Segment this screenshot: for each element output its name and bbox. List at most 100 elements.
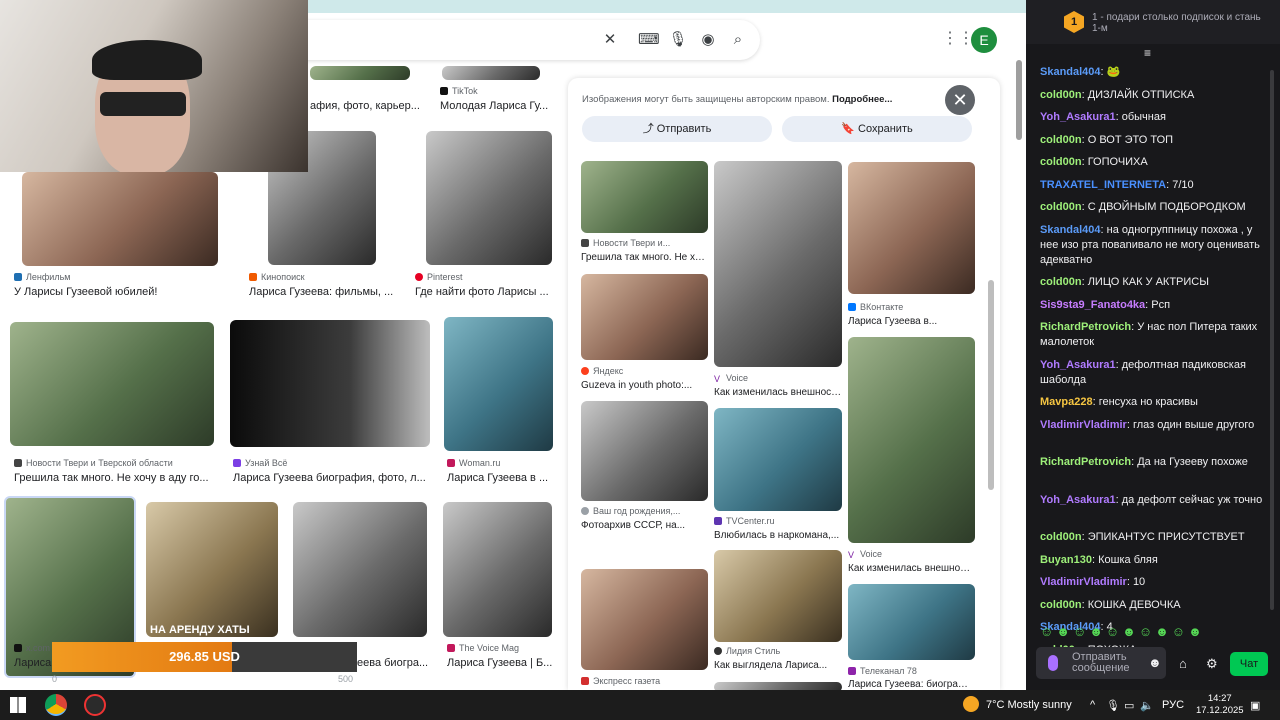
- result-title[interactable]: У Ларисы Гузеевой юбилей!: [14, 286, 224, 298]
- obs-icon[interactable]: [84, 694, 106, 716]
- related-title[interactable]: Как изменилась внешност...: [848, 563, 975, 574]
- share-button[interactable]: ⤴ Отправить: [582, 116, 772, 142]
- chat-input[interactable]: Отправить сообщение ☻: [1036, 647, 1166, 679]
- chat-username[interactable]: Mavpa228: [1040, 396, 1093, 408]
- related-thumb[interactable]: [848, 584, 975, 660]
- result-thumb[interactable]: [230, 320, 430, 447]
- chat-username[interactable]: RichardPetrovich: [1040, 456, 1131, 468]
- clock[interactable]: 14:27 17.12.2025: [1196, 693, 1244, 717]
- notifications-icon[interactable]: ▣: [1250, 699, 1260, 712]
- result-source: x.com: [14, 643, 54, 653]
- emote-bar[interactable]: ☺☻☺☻☺☻☺☻☺☻: [1040, 624, 1270, 644]
- related-thumb[interactable]: [581, 161, 708, 233]
- chat-username[interactable]: cold00n: [1040, 276, 1082, 288]
- save-button[interactable]: 🔖 Сохранить: [782, 116, 972, 142]
- result-title[interactable]: Лариса: [14, 657, 54, 669]
- chat-username[interactable]: Skandal404: [1040, 224, 1101, 236]
- search-icon[interactable]: ⌕: [728, 30, 748, 50]
- chat-username[interactable]: cold00n: [1040, 134, 1082, 146]
- chat-username[interactable]: RichardPetrovich: [1040, 321, 1131, 333]
- chat-text: генсуха но красивы: [1098, 396, 1198, 408]
- microphone-icon[interactable]: 🎙: [668, 30, 688, 50]
- result-thumb[interactable]: [146, 502, 278, 637]
- related-thumb[interactable]: [581, 274, 708, 360]
- related-title[interactable]: Влюбилась в наркомана,...: [714, 530, 842, 541]
- chat-username[interactable]: cold00n: [1040, 531, 1082, 543]
- microphone-icon[interactable]: [1048, 655, 1058, 671]
- close-panel-button[interactable]: ✕: [945, 85, 975, 115]
- chat-text: КОШКА ДЕВОЧКА: [1087, 598, 1181, 611]
- chat-username[interactable]: Yoh_Asakura1: [1040, 359, 1116, 371]
- result-thumb[interactable]: [442, 66, 540, 80]
- microphone-icon[interactable]: 🎙: [1106, 699, 1120, 712]
- clear-icon[interactable]: ✕: [600, 30, 620, 50]
- keyboard-icon[interactable]: ⌨: [638, 30, 660, 50]
- chat-username[interactable]: Sis9sta9_Fanato4ka: [1040, 299, 1145, 311]
- related-title[interactable]: Как изменилась внешност...: [714, 387, 842, 398]
- chat-username[interactable]: Yoh_Asakura1: [1040, 494, 1116, 506]
- chrome-icon[interactable]: [45, 694, 67, 716]
- result-title[interactable]: Лариса Гузеева | Б...: [447, 657, 553, 669]
- result-thumb[interactable]: [444, 317, 553, 451]
- related-thumb[interactable]: [714, 161, 842, 367]
- close-icon: ✕: [952, 90, 968, 110]
- network-icon[interactable]: ▭: [1124, 699, 1134, 712]
- chat-username[interactable]: cold00n: [1040, 201, 1082, 213]
- chat-username[interactable]: TRAXATEL_INTERNETA: [1040, 179, 1166, 191]
- result-thumb[interactable]: [426, 131, 552, 265]
- related-title[interactable]: Как выглядела Лариса...: [714, 660, 842, 671]
- chat-username[interactable]: cold00n: [1040, 156, 1082, 168]
- result-title[interactable]: Молодая Лариса Гу...: [440, 100, 552, 112]
- related-title[interactable]: Фотоархив СССР, на...: [581, 520, 708, 531]
- related-thumb[interactable]: [714, 682, 842, 690]
- page-scrollbar[interactable]: [1016, 60, 1022, 140]
- chat-send-button[interactable]: Чат: [1230, 652, 1268, 676]
- volume-icon[interactable]: 🔈: [1140, 699, 1154, 712]
- related-title[interactable]: Грешила так много. Не хочу...: [581, 252, 708, 263]
- chat-username[interactable]: VladimirVladimir: [1040, 419, 1127, 431]
- result-title[interactable]: Где найти фото Ларисы ...: [415, 286, 555, 298]
- search-bar[interactable]: ✕ ⌨ 🎙 ◉ ⌕: [300, 20, 760, 60]
- store-icon[interactable]: ⌂: [1179, 656, 1187, 671]
- result-thumb[interactable]: [293, 502, 427, 637]
- lens-icon[interactable]: ◉: [698, 30, 718, 50]
- emoji-icon[interactable]: ☻: [1148, 655, 1162, 670]
- learn-more-link[interactable]: Подробнее...: [832, 94, 892, 105]
- related-thumb[interactable]: [714, 408, 842, 511]
- apps-grid-icon[interactable]: ⋮⋮: [942, 30, 974, 48]
- result-thumb[interactable]: [10, 322, 214, 446]
- chat-scrollbar[interactable]: [1270, 70, 1274, 610]
- windows-start-icon[interactable]: [10, 697, 26, 713]
- result-title[interactable]: еева биогра...: [357, 657, 432, 669]
- weather-text[interactable]: 7°C Mostly sunny: [986, 699, 1072, 711]
- related-thumb[interactable]: [848, 337, 975, 543]
- chat-username[interactable]: cold00n: [1040, 599, 1082, 611]
- result-title[interactable]: Лариса Гузеева биография, фото, л...: [233, 472, 428, 484]
- result-thumb[interactable]: [22, 172, 218, 266]
- related-title[interactable]: Лариса Гузеева: биографи...: [848, 679, 975, 690]
- result-title[interactable]: Лариса Гузеева: фильмы, ...: [249, 286, 399, 298]
- chat-username[interactable]: cold00n: [1040, 89, 1082, 101]
- result-thumb[interactable]: [443, 502, 552, 637]
- gear-icon[interactable]: ⚙: [1206, 656, 1218, 672]
- related-thumb[interactable]: [714, 550, 842, 642]
- related-title[interactable]: Лариса Гузеева в...: [848, 316, 975, 327]
- panel-scrollbar[interactable]: [988, 280, 994, 490]
- chat-username[interactable]: VladimirVladimir: [1040, 576, 1127, 588]
- related-thumb[interactable]: [581, 569, 708, 670]
- related-title[interactable]: Guzeva in youth photo:...: [581, 380, 708, 391]
- chat-username[interactable]: Buyan130: [1040, 554, 1092, 566]
- collapse-icon[interactable]: ≡: [1144, 46, 1151, 60]
- chat-username[interactable]: Skandal404: [1040, 66, 1101, 78]
- related-thumb[interactable]: [848, 162, 975, 294]
- tray-chevron-icon[interactable]: ^: [1090, 699, 1095, 711]
- related-thumb[interactable]: [581, 401, 708, 501]
- result-title[interactable]: афия, фото, карьер...: [310, 100, 420, 112]
- chat-message: Yoh_Asakura1: да дефолт сейчас уж точно: [1040, 493, 1263, 506]
- result-thumb[interactable]: [310, 66, 410, 80]
- result-title[interactable]: Лариса Гузеева в ...: [447, 472, 557, 484]
- result-title[interactable]: Грешила так много. Не хочу в аду го...: [14, 472, 224, 484]
- language-indicator[interactable]: РУС: [1162, 699, 1184, 711]
- account-avatar[interactable]: E: [971, 27, 997, 53]
- chat-username[interactable]: Yoh_Asakura1: [1040, 111, 1116, 123]
